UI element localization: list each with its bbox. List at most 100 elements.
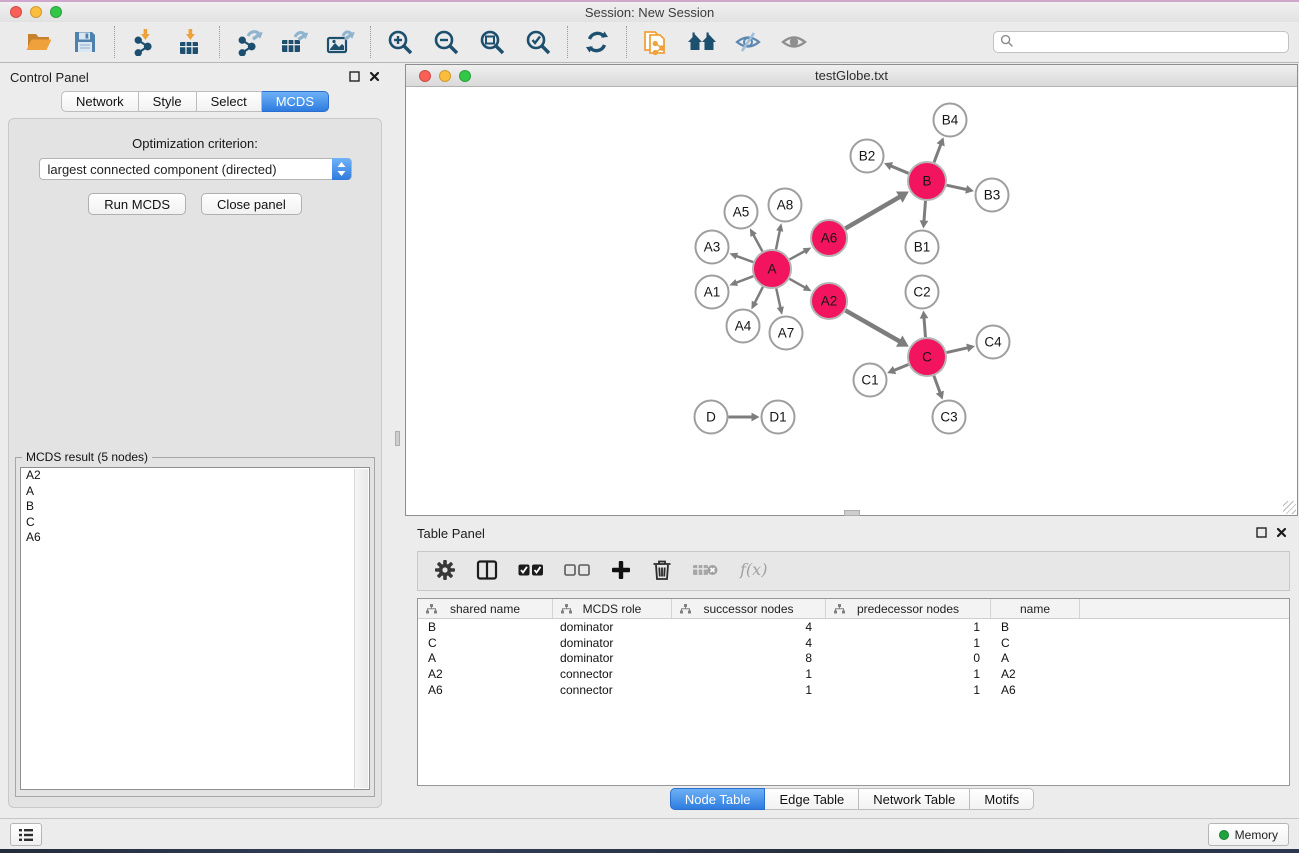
cell[interactable]: B [991,620,1080,634]
cell[interactable]: 1 [672,683,826,697]
graph-node-B2[interactable]: B2 [851,140,884,173]
import-network-icon[interactable] [124,25,164,59]
graph-node-A[interactable]: A [753,250,791,288]
result-item[interactable]: B [21,499,369,515]
export-network-icon[interactable] [229,25,269,59]
result-item[interactable]: A6 [21,530,369,546]
graph-node-A2[interactable]: A2 [811,283,847,319]
graph-node-D[interactable]: D [695,401,728,434]
column-header-successor-nodes[interactable]: successor nodes [672,599,826,618]
cell[interactable]: 1 [826,683,991,697]
graph-node-B[interactable]: B [908,162,946,200]
close-panel-button[interactable]: Close panel [201,193,302,215]
save-session-icon[interactable] [65,25,105,59]
cell[interactable]: A6 [418,683,553,697]
show-eye-icon[interactable] [774,25,814,59]
run-mcds-button[interactable]: Run MCDS [88,193,186,215]
column-view-icon[interactable] [476,559,498,584]
graph-node-B3[interactable]: B3 [976,179,1009,212]
graph-node-C[interactable]: C [908,338,946,376]
graph-node-A1[interactable]: A1 [696,276,729,309]
optimization-select[interactable]: largest connected component (directed) [39,158,352,180]
column-header-shared-name[interactable]: shared name [418,599,553,618]
home-icon[interactable] [682,25,722,59]
graph-node-A5[interactable]: A5 [725,196,758,229]
graph-node-A8[interactable]: A8 [769,189,802,222]
table-row[interactable]: A2connector11A2 [418,666,1289,682]
cell[interactable]: 4 [672,620,826,634]
table-row[interactable]: Cdominator41C [418,635,1289,651]
tab-select[interactable]: Select [197,91,262,112]
table-row[interactable]: Bdominator41B [418,619,1289,635]
graph-node-A3[interactable]: A3 [696,231,729,264]
graph-node-C4[interactable]: C4 [977,326,1010,359]
column-header-name[interactable]: name [991,599,1080,618]
cell[interactable]: connector [553,683,672,697]
delete-icon[interactable] [652,559,672,584]
tab-network-table[interactable]: Network Table [859,788,970,810]
result-item[interactable]: A [21,484,369,500]
cell[interactable]: B [418,620,553,634]
graph-node-D1[interactable]: D1 [762,401,795,434]
tab-mcds[interactable]: MCDS [262,91,329,112]
tab-network[interactable]: Network [61,91,139,112]
cell[interactable]: dominator [553,636,672,650]
refresh-icon[interactable] [577,25,617,59]
cell[interactable]: 1 [672,667,826,681]
memory-button[interactable]: Memory [1208,823,1289,846]
settings-icon[interactable] [434,559,456,584]
column-header-MCDS-role[interactable]: MCDS role [553,599,672,618]
tab-edge-table[interactable]: Edge Table [765,788,859,810]
network-window-titlebar[interactable]: testGlobe.txt [406,65,1297,87]
cell[interactable]: 8 [672,651,826,665]
search-input[interactable] [1018,35,1282,49]
graph-node-B1[interactable]: B1 [906,231,939,264]
open-file-icon[interactable] [19,25,59,59]
vertical-splitter[interactable] [390,63,405,818]
select-all-icon[interactable] [518,562,544,581]
cell[interactable]: dominator [553,620,672,634]
minimize-window-button[interactable] [30,6,42,18]
graph-node-A4[interactable]: A4 [727,310,760,343]
cell[interactable]: dominator [553,651,672,665]
graph-node-C1[interactable]: C1 [854,364,887,397]
network-canvas[interactable]: AA6A2BCA1A3A4A5A7A8B1B2B3B4C1C2C3C4DD1 [406,87,1297,515]
table-row[interactable]: Adominator80A [418,650,1289,666]
import-table-icon[interactable] [170,25,210,59]
tab-motifs[interactable]: Motifs [970,788,1034,810]
cell[interactable]: 1 [826,636,991,650]
table-row[interactable]: A6connector11A6 [418,682,1289,698]
close-table-panel-icon[interactable] [1276,526,1287,541]
network-from-file-icon[interactable] [636,25,676,59]
graph-node-A6[interactable]: A6 [811,220,847,256]
cell[interactable]: A [991,651,1080,665]
result-item[interactable]: C [21,515,369,531]
cell[interactable]: 1 [826,620,991,634]
graph-node-B4[interactable]: B4 [934,104,967,137]
cell[interactable]: A [418,651,553,665]
graph-node-C2[interactable]: C2 [906,276,939,309]
float-table-panel-icon[interactable] [1256,526,1267,541]
export-image-icon[interactable] [321,25,361,59]
column-header-predecessor-nodes[interactable]: predecessor nodes [826,599,991,618]
export-table-icon[interactable] [275,25,315,59]
tab-node-table[interactable]: Node Table [670,788,766,810]
cell[interactable]: A6 [991,683,1080,697]
add-icon[interactable] [610,559,632,584]
cell[interactable]: 1 [826,667,991,681]
task-history-button[interactable] [10,823,42,846]
cell[interactable]: C [418,636,553,650]
vertical-splitter-handle[interactable] [395,431,400,446]
resize-grip-icon[interactable] [1283,501,1296,514]
cell[interactable]: C [991,636,1080,650]
close-panel-icon[interactable] [369,70,380,85]
cell[interactable]: connector [553,667,672,681]
cell[interactable]: 4 [672,636,826,650]
close-window-button[interactable] [10,6,22,18]
hide-eye-icon[interactable] [728,25,768,59]
zoom-out-icon[interactable] [426,25,466,59]
graph-node-C3[interactable]: C3 [933,401,966,434]
cell[interactable]: 0 [826,651,991,665]
zoom-fit-icon[interactable] [472,25,512,59]
zoom-selected-icon[interactable] [518,25,558,59]
